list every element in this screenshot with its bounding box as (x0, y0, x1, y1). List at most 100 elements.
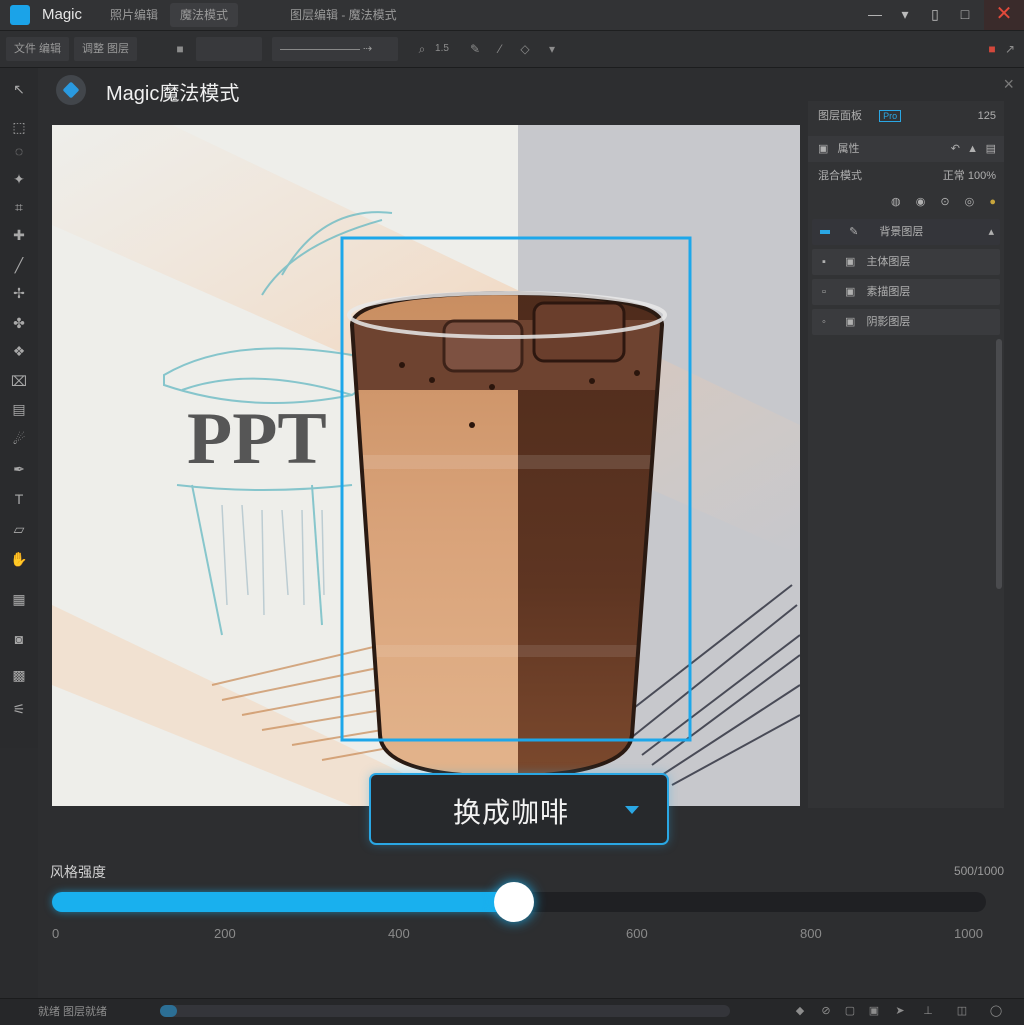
wand-icon[interactable]: ⚟ (8, 698, 30, 720)
zoom-level: 1.5 (435, 43, 449, 54)
layer-icon: ▣ (844, 316, 856, 328)
eraser-tool-icon[interactable]: ⌧ (8, 370, 30, 392)
smudge-tool-icon[interactable]: ☄ (8, 428, 30, 450)
magic-wand-icon[interactable]: ✦ (8, 168, 30, 190)
minimize-icon[interactable]: — (860, 0, 890, 30)
tab-magic-mode[interactable]: 魔法模式 (170, 3, 239, 27)
shape-icon[interactable]: ◇ (515, 39, 535, 59)
window-tile-icon[interactable]: ▯ (920, 0, 950, 30)
image-canvas[interactable]: PPT (52, 125, 800, 806)
style-strength-slider[interactable] (52, 882, 986, 922)
layers-panel: 图层面板 Pro 125 ▣ 属性 ↶ ▲ ▤ 混合模式 正常 100% ◍ ◉… (808, 101, 1004, 808)
trash-icon[interactable]: ▤ (986, 136, 996, 162)
magic-diamond-icon (56, 75, 86, 105)
layer-item-sketch[interactable]: ▫ ▣ 素描图层 (812, 279, 1000, 305)
export-icon[interactable]: ↗ (1000, 39, 1020, 59)
status-progress-fill (160, 1005, 178, 1017)
replace-object-dropdown[interactable]: 换成咖啡 (369, 773, 669, 845)
mask-icon[interactable]: ◎ (965, 196, 975, 208)
stop-icon[interactable]: ■ (170, 39, 190, 59)
slider-tick: 1000 (954, 926, 983, 941)
close-icon[interactable]: ✕ (984, 0, 1024, 30)
panel-header: 图层面板 Pro 125 (808, 103, 1004, 129)
left-toolbox: ↖ ⬚ ◌ ✦ ⌗ ✚ ╱ ✢ ✤ ❖ ⌧ ▤ ☄ ✒ T ▱ ✋ ▦ ◙ ▩ … (0, 68, 39, 748)
help-icon[interactable]: ◯ (988, 1003, 1004, 1019)
layer-item-shadow[interactable]: ◦ ▣ 阴影图层 (812, 309, 1000, 335)
properties-icon: ▣ (818, 143, 829, 155)
dialog-close-icon[interactable]: × (1003, 74, 1014, 95)
lock-icon[interactable]: ◍ (891, 196, 901, 208)
layers-icon[interactable]: ▣ (866, 1003, 882, 1019)
record-icon[interactable]: ■ (982, 39, 1002, 59)
visibility-icon[interactable]: ◉ (916, 196, 926, 208)
status-bar: 就绪 图层就绪 ◆ ⊘ ▢ ▣ ➤ ⊥ ◫ ◯ (0, 998, 1024, 1025)
layer-item-subject[interactable]: ▪ ▣ 主体图层 (812, 249, 1000, 275)
arrow-icon[interactable]: ➤ (892, 1003, 908, 1019)
restore-icon[interactable]: ▾ (890, 0, 920, 30)
properties-row[interactable]: ▣ 属性 ↶ ▲ ▤ (808, 136, 1004, 162)
color-swatch[interactable] (196, 37, 262, 61)
camera-icon[interactable]: ◙ (8, 628, 30, 650)
coffee-glass (352, 293, 662, 777)
layer-name: 素描图层 (866, 286, 911, 298)
text-tool-icon[interactable]: T (8, 488, 30, 510)
undo-icon[interactable]: ↶ (951, 136, 960, 162)
eyedropper-icon[interactable]: ✚ (8, 224, 30, 246)
stamp-tool-icon[interactable]: ❖ (8, 340, 30, 362)
grid-icon[interactable]: ▩ (8, 664, 30, 686)
sketch-text: PPT (187, 398, 327, 480)
layer-mask-icon[interactable]: ▦ (8, 588, 30, 610)
dialog-title: Magic魔法模式 (106, 83, 240, 105)
pen-tool-icon[interactable]: ✒ (8, 458, 30, 480)
blend-value[interactable]: 正常 100% (943, 163, 996, 189)
panel-header-tag: Pro (879, 110, 902, 122)
fx-icon[interactable]: ● (989, 196, 996, 208)
link-icon[interactable]: ⊙ (940, 196, 949, 208)
gradient-tool-icon[interactable]: ▤ (8, 398, 30, 420)
layer-name: 主体图层 (866, 256, 911, 268)
line-tool-icon[interactable]: ╱ (8, 254, 30, 276)
select-tool-icon[interactable]: ⬚ (8, 116, 30, 138)
maximize-icon[interactable]: □ (950, 0, 980, 30)
arrow-down-icon[interactable]: ▾ (542, 39, 562, 59)
chevron-down-icon (625, 806, 639, 814)
layer-name: 阴影图层 (866, 316, 911, 328)
pin-icon[interactable]: ⊥ (920, 1003, 936, 1019)
slider-handle[interactable] (494, 882, 535, 922)
paint-brush-icon: ✎ (849, 226, 859, 238)
tab-photo-edit[interactable]: 照片编辑 (100, 3, 168, 27)
lasso-tool-icon[interactable]: ◌ (8, 140, 30, 162)
chevron-up-icon[interactable]: ▴ (988, 219, 994, 245)
magic-mode-dialog: Magic魔法模式 × PPT 图层面板 Pro 125 ▣ 属性 ↶ ▲ ▤ … (38, 68, 1024, 998)
slider-fill (52, 892, 515, 912)
brush-size-slider[interactable]: ⇢ (272, 37, 398, 61)
slider-tick: 0 (52, 926, 60, 941)
zoom-icon[interactable]: ⌕ (412, 39, 432, 59)
blend-row[interactable]: 混合模式 正常 100% (808, 163, 1004, 189)
layer-visibility-icon[interactable]: ◦ (822, 316, 826, 328)
move-tool-icon[interactable]: ↖ (8, 78, 30, 100)
history-icon[interactable]: ▢ (842, 1003, 858, 1019)
layer-visibility-icon[interactable]: ▪ (822, 256, 826, 268)
link-icon[interactable]: ⊘ (818, 1003, 834, 1019)
shape-tool-icon[interactable]: ▱ (8, 518, 30, 540)
panel-scrollbar[interactable] (996, 339, 1002, 589)
toolbar-menu-file[interactable]: 文件 编辑 (6, 37, 70, 61)
crop-tool-icon[interactable]: ⌗ (8, 196, 30, 218)
warning-icon: ▲ (967, 143, 978, 155)
slash-icon[interactable]: ⁄ (490, 39, 510, 59)
panel-header-value: 125 (977, 110, 996, 122)
style-strength-value: 500/1000 (953, 864, 1004, 878)
toolbar-menu-adjust[interactable]: 调整 图层 (74, 37, 138, 61)
layer-visibility-icon[interactable]: ▫ (822, 286, 826, 298)
settings-icon[interactable]: ◆ (792, 1003, 808, 1019)
layer-item-background[interactable]: ✎ 背景图层 ▴ (812, 219, 1000, 245)
heal-tool-icon[interactable]: ✢ (8, 282, 30, 304)
notification-icon[interactable]: ◫ (954, 1003, 970, 1019)
app-logo (10, 5, 30, 25)
document-title: 图层编辑 - 魔法模式 (290, 8, 397, 22)
hand-tool-icon[interactable]: ✋ (8, 548, 30, 570)
layer-icon-row: ◍ ◉ ⊙ ◎ ● (808, 189, 1004, 215)
brush-tool-icon[interactable]: ✤ (8, 312, 30, 334)
pen-icon[interactable]: ✎ (465, 39, 485, 59)
